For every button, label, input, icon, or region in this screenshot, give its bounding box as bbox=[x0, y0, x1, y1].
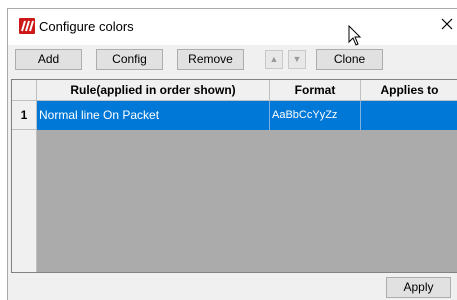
toolbar: Add Config Remove ▲ ▼ Clone bbox=[8, 46, 457, 74]
format-cell[interactable]: AaBbCcYyZz bbox=[270, 101, 361, 130]
config-button[interactable]: Config bbox=[96, 49, 163, 70]
row-number[interactable]: 1 bbox=[12, 101, 37, 130]
add-button[interactable]: Add bbox=[15, 49, 82, 70]
mouse-cursor-icon bbox=[348, 24, 364, 47]
corner-header bbox=[12, 80, 37, 101]
rules-grid[interactable]: Rule(applied in order shown) Format Appl… bbox=[11, 79, 457, 273]
column-header-rule[interactable]: Rule(applied in order shown) bbox=[37, 80, 270, 101]
move-up-button[interactable]: ▲ bbox=[265, 50, 283, 69]
row-header-column bbox=[12, 130, 37, 272]
column-header-format[interactable]: Format bbox=[270, 80, 361, 101]
window-title: Configure colors bbox=[39, 19, 134, 34]
grid-header: Rule(applied in order shown) Format Appl… bbox=[12, 80, 457, 101]
column-header-applies-to[interactable]: Applies to bbox=[361, 80, 457, 101]
remove-button[interactable]: Remove bbox=[177, 49, 244, 70]
table-row[interactable]: 1 Normal line On Packet AaBbCcYyZz bbox=[12, 101, 457, 130]
title-bar[interactable]: Configure colors bbox=[8, 9, 457, 47]
background-strip bbox=[0, 0, 457, 8]
app-logo-icon bbox=[19, 18, 35, 34]
close-icon[interactable] bbox=[440, 17, 454, 31]
clone-button[interactable]: Clone bbox=[316, 49, 383, 70]
applies-to-cell[interactable] bbox=[361, 101, 457, 130]
configure-colors-dialog: Configure colors Add Config Remove ▲ ▼ C… bbox=[7, 8, 457, 300]
move-down-button[interactable]: ▼ bbox=[288, 50, 306, 69]
rule-cell[interactable]: Normal line On Packet bbox=[37, 101, 270, 130]
apply-button[interactable]: Apply bbox=[386, 277, 451, 298]
